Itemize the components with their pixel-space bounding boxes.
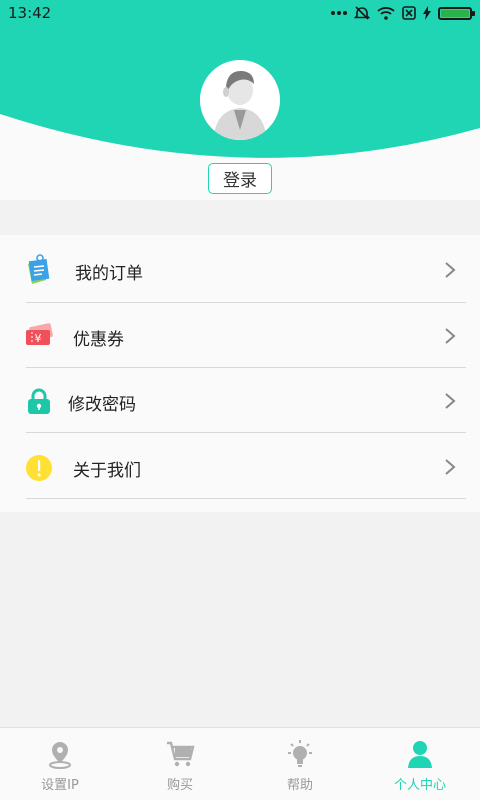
bottom-tab-bar: 设置IP 购买 帮助 个人中心 <box>0 727 480 800</box>
lock-icon <box>24 386 54 416</box>
alarm-off-icon <box>354 6 370 20</box>
menu-item-about-us[interactable]: 关于我们 <box>0 433 480 498</box>
person-icon <box>405 739 435 769</box>
divider <box>26 498 466 499</box>
tab-buy[interactable]: 购买 <box>120 728 240 800</box>
profile-header: 登录 <box>0 26 480 200</box>
chevron-right-icon <box>445 328 456 344</box>
sim-missing-icon <box>402 6 416 20</box>
location-pin-icon <box>45 739 75 769</box>
tab-label: 帮助 <box>286 778 313 793</box>
chevron-right-icon <box>445 262 456 278</box>
coupon-icon: ¥ <box>24 321 54 351</box>
tab-label: 个人中心 <box>393 778 446 793</box>
chevron-right-icon <box>445 393 456 409</box>
menu-item-label: 优惠券 <box>73 330 124 350</box>
menu-item-coupons[interactable]: ¥ 优惠券 <box>0 303 480 367</box>
tab-label: 设置IP <box>41 778 79 793</box>
info-icon <box>24 453 54 483</box>
avatar[interactable] <box>200 60 280 140</box>
login-button[interactable]: 登录 <box>208 163 272 194</box>
menu-item-my-orders[interactable]: 我的订单 <box>0 235 480 302</box>
default-user-avatar-icon <box>200 60 280 140</box>
tab-set-ip[interactable]: 设置IP <box>0 728 120 800</box>
tab-label: 购买 <box>166 778 193 793</box>
charging-bolt-icon <box>423 6 431 20</box>
tab-help[interactable]: 帮助 <box>240 728 360 800</box>
status-icons <box>331 5 475 21</box>
chevron-right-icon <box>445 459 456 475</box>
shopping-cart-icon <box>165 739 195 769</box>
menu-item-label: 关于我们 <box>73 461 141 481</box>
menu-list: 我的订单 ¥ 优惠券 修改密码 关于我们 <box>0 235 480 512</box>
menu-item-label: 我的订单 <box>75 264 143 284</box>
battery-icon <box>438 6 475 20</box>
menu-item-change-password[interactable]: 修改密码 <box>0 368 480 432</box>
order-list-icon <box>24 254 54 284</box>
more-dots-icon <box>331 11 347 15</box>
svg-text:¥: ¥ <box>35 332 42 345</box>
tab-personal-center[interactable]: 个人中心 <box>360 728 480 800</box>
menu-item-label: 修改密码 <box>68 395 136 415</box>
status-bar: 13:42 <box>0 0 480 26</box>
wifi-icon <box>377 7 395 20</box>
lightbulb-icon <box>285 739 315 769</box>
status-time: 13:42 <box>8 4 52 22</box>
